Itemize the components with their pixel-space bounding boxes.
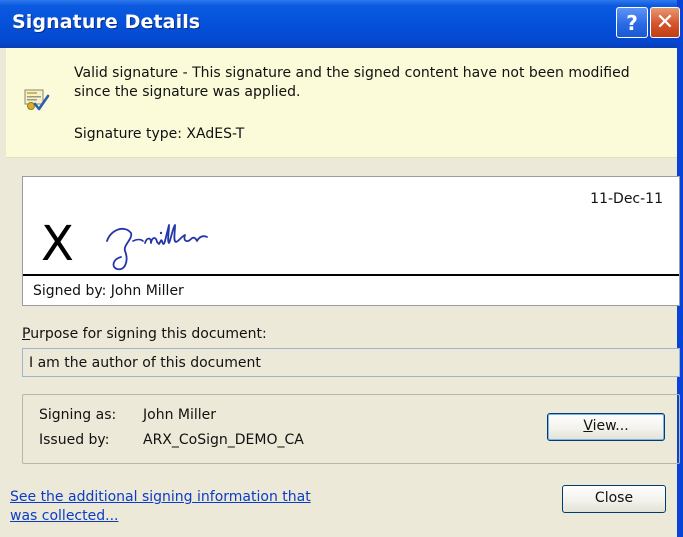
certificate-check-icon (24, 89, 50, 111)
signature-date: 11-Dec-11 (590, 191, 663, 207)
signature-line (23, 274, 679, 276)
close-button[interactable]: Close (562, 485, 666, 513)
additional-info-link[interactable]: See the additional signing information t… (10, 488, 340, 526)
signature-status-message: Valid signature - This signature and the… (74, 65, 630, 100)
handwritten-signature-image (106, 224, 208, 271)
issued-by-value: ARX_CoSign_DEMO_CA (143, 432, 304, 448)
signer-info-group: Signing as: John Miller Issued by: ARX_CoS… (22, 394, 680, 464)
view-button[interactable]: View... (547, 413, 665, 441)
issued-by-row: Issued by: ARX_CoSign_DEMO_CA (39, 432, 304, 448)
issued-by-label: Issued by: (39, 432, 110, 448)
signature-status-banner: Valid signature - This signature and the… (6, 48, 677, 158)
signing-as-row: Signing as: John Miller (39, 407, 216, 423)
help-button[interactable]: ? (616, 7, 648, 38)
close-icon: ✕ (655, 10, 675, 35)
window-title: Signature Details (12, 11, 201, 33)
purpose-label: Purpose for signing this document: (22, 326, 267, 342)
title-close-button[interactable]: ✕ (650, 7, 680, 38)
signature-details-dialog: Signature Details ? ✕ Valid signature - … (0, 0, 683, 537)
title-bar[interactable]: Signature Details ? ✕ (0, 0, 680, 48)
help-icon: ? (626, 10, 638, 35)
signing-as-value: John Miller (143, 407, 217, 423)
signature-x-mark: X (41, 216, 74, 272)
signed-by-text: Signed by: John Miller (33, 283, 184, 299)
signing-as-label: Signing as: (39, 407, 117, 423)
signature-box: 11-Dec-11 X Signed by: John Miller (22, 176, 680, 306)
signature-type: Signature type: XAdES-T (74, 126, 245, 142)
purpose-field[interactable]: I am the author of this document (22, 348, 680, 377)
